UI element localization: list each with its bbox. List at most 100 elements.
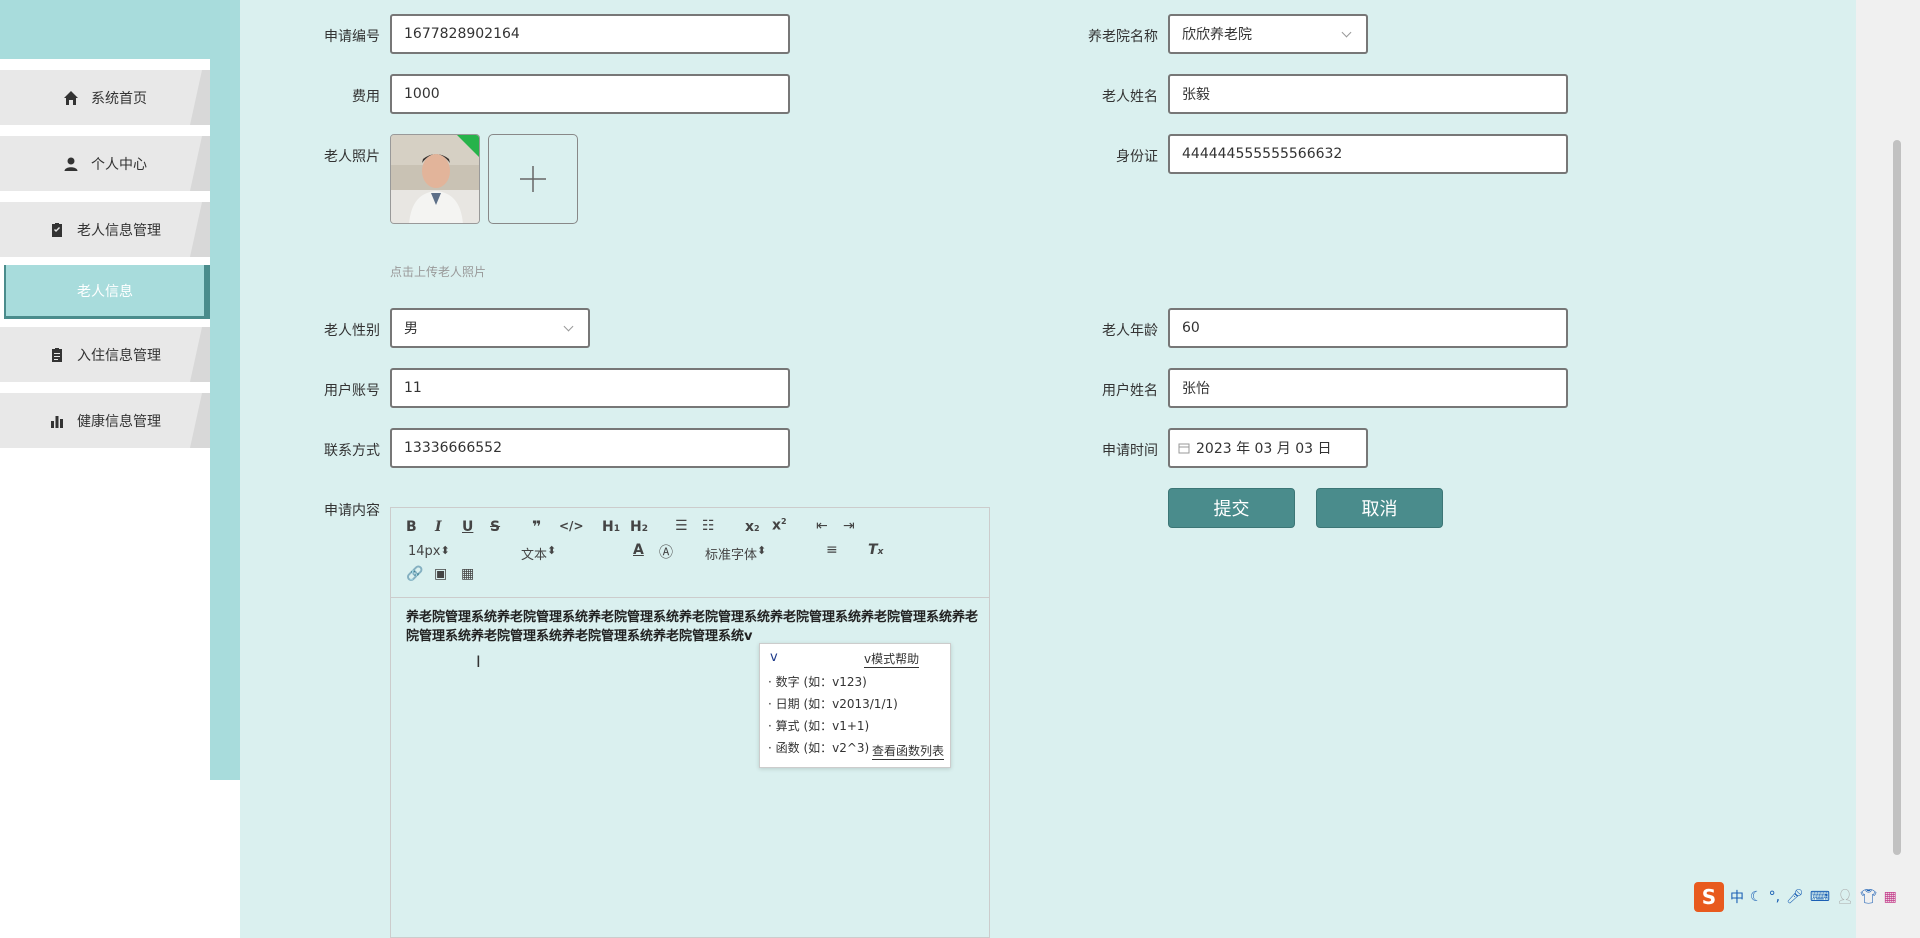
apply-time-label: 申请时间 — [1102, 443, 1158, 459]
sidebar-item-home[interactable]: 系统首页 — [0, 70, 210, 125]
home-icon — [64, 90, 78, 105]
font-family-value: 标准字体 — [705, 548, 758, 563]
microphone-icon[interactable]: 🎤︎ — [1786, 889, 1804, 905]
fee-input[interactable]: 1000 — [390, 74, 790, 114]
cancel-button[interactable]: 取消 — [1316, 488, 1443, 528]
subscript-icon[interactable]: x2 — [745, 519, 760, 535]
elder-name-label: 老人姓名 — [1102, 89, 1158, 105]
grid-icon[interactable]: ▦ — [1884, 889, 1897, 905]
contact-input[interactable]: 13336666552 — [390, 428, 790, 468]
sidebar-item-label: 入住信息管理 — [77, 347, 161, 364]
upload-hint: 点击上传老人照片 — [390, 265, 487, 279]
content-label: 申请内容 — [324, 503, 380, 519]
sidebar-item-label: 健康信息管理 — [77, 413, 161, 430]
contact-label: 联系方式 — [324, 443, 380, 459]
plus-icon — [520, 166, 546, 192]
indent-icon[interactable]: ⇥ — [843, 518, 855, 534]
heading1-icon[interactable]: H1 — [602, 519, 620, 535]
id-card-input[interactable]: 444444555555566632 — [1168, 134, 1568, 174]
italic-icon[interactable]: I — [435, 519, 442, 535]
sogou-logo-icon[interactable]: S — [1694, 882, 1724, 912]
bold-icon[interactable]: B — [406, 519, 417, 535]
clipboard-check-icon — [52, 222, 62, 237]
ime-mode-toggle[interactable]: 中 — [1730, 887, 1744, 907]
upload-photo-button[interactable] — [488, 134, 578, 224]
application-no-input[interactable]: 1677828902164 — [390, 14, 790, 54]
sidebar-subitem-label: 老人信息 — [77, 283, 133, 300]
shirt-icon[interactable]: 👕︎ — [1860, 889, 1878, 905]
gender-select[interactable]: 男 — [390, 308, 590, 348]
account-input[interactable]: 11 — [390, 368, 790, 408]
sidebar-item-health-management[interactable]: 健康信息管理 — [0, 393, 210, 448]
ime-help-link[interactable]: v模式帮助 — [864, 650, 920, 668]
sidebar-item-label: 系统首页 — [91, 90, 147, 107]
outdent-icon[interactable]: ⇤ — [816, 518, 828, 534]
sidebar-item-checkin-management[interactable]: 入住信息管理 — [0, 327, 210, 382]
apply-time-value: 2023 年 03 月 03 日 — [1196, 441, 1332, 457]
ime-row-function: · 函数 (如：v2^3) — [768, 741, 870, 755]
id-card-label: 身份证 — [1116, 149, 1158, 165]
ime-row-number: · 数字 (如：v123) — [768, 675, 867, 689]
user-icon — [64, 157, 78, 171]
age-label: 老人年龄 — [1102, 323, 1158, 339]
align-icon[interactable]: ≡ — [826, 542, 838, 558]
image-icon[interactable]: ▣ — [434, 566, 447, 582]
editor-toolbar: B I U S ❞ </> H1 H2 ☰ ☷ x2 x2 ⇤ ⇥ 14px 文… — [391, 508, 989, 598]
nursing-home-value: 欣欣养老院 — [1182, 27, 1252, 43]
superscript-icon[interactable]: x2 — [772, 517, 787, 534]
sidebar-item-profile[interactable]: 个人中心 — [0, 136, 210, 191]
paragraph-select[interactable]: 文本 — [521, 544, 601, 563]
font-family-select[interactable]: 标准字体 — [705, 544, 795, 563]
punctuation-icon[interactable]: °, — [1769, 889, 1780, 905]
text-cursor-icon: I — [476, 652, 481, 671]
bullet-list-icon[interactable]: ☷ — [702, 518, 715, 534]
application-no-label: 申请编号 — [324, 29, 380, 45]
ime-input-text: v — [770, 650, 778, 665]
sidebar-subitem-elder-info[interactable]: 老人信息 — [4, 265, 210, 319]
apply-time-input[interactable]: 2023 年 03 月 03 日 — [1168, 428, 1368, 468]
font-size-select[interactable]: 14px — [408, 544, 488, 559]
gender-label: 老人性别 — [324, 323, 380, 339]
elder-name-input[interactable]: 张毅 — [1168, 74, 1568, 114]
heading2-icon[interactable]: H2 — [630, 519, 648, 535]
ime-function-list-link[interactable]: 查看函数列表 — [872, 742, 945, 760]
editor-content[interactable]: 养老院管理系统养老院管理系统养老院管理系统养老院管理系统养老院管理系统养老院管理… — [406, 608, 981, 646]
user-icon[interactable]: 👤︎ — [1836, 889, 1854, 905]
clear-format-icon[interactable]: Tx — [868, 542, 883, 558]
user-name-label: 用户姓名 — [1102, 383, 1158, 399]
ime-row-formula: · 算式 (如：v1+1) — [768, 719, 870, 733]
sidebar-menu: 系统首页 个人中心 老人信息管理 老人信息 入住信息管理 健康信息管理 — [0, 70, 210, 459]
elder-photo[interactable] — [390, 134, 480, 224]
keyboard-icon[interactable]: ⌨ — [1810, 889, 1830, 905]
blockquote-icon[interactable]: ❞ — [532, 517, 541, 536]
ime-toolbar: S 中 ☾ °, 🎤︎ ⌨ 👤︎ 👕︎ ▦ — [1694, 882, 1897, 912]
video-icon[interactable]: ▦ — [461, 566, 474, 582]
font-size-value: 14px — [408, 544, 441, 559]
scroll-gutter — [1856, 0, 1920, 938]
code-icon[interactable]: </> — [559, 519, 584, 533]
clipboard-icon — [52, 347, 62, 362]
page-scrollbar[interactable] — [1893, 140, 1901, 855]
paragraph-value: 文本 — [521, 548, 548, 563]
nursing-home-select[interactable]: 欣欣养老院 — [1168, 14, 1368, 54]
gender-value: 男 — [404, 321, 418, 337]
sidebar-item-elder-management[interactable]: 老人信息管理 — [0, 202, 210, 257]
strikethrough-icon[interactable]: S — [490, 519, 500, 535]
submit-button[interactable]: 提交 — [1168, 488, 1295, 528]
underline-icon[interactable]: U — [462, 519, 473, 535]
font-color-icon[interactable]: A — [633, 542, 644, 558]
user-name-input[interactable]: 张怡 — [1168, 368, 1568, 408]
account-label: 用户账号 — [324, 383, 380, 399]
moon-icon[interactable]: ☾ — [1750, 889, 1763, 905]
link-icon[interactable]: 🔗 — [406, 566, 423, 582]
sidebar-item-label: 老人信息管理 — [77, 222, 161, 239]
photo-label: 老人照片 — [324, 149, 380, 165]
sidebar-item-label: 个人中心 — [91, 156, 147, 173]
ordered-list-icon[interactable]: ☰ — [675, 518, 688, 534]
ime-suggestion-popup: v v模式帮助 · 数字 (如：v123) · 日期 (如：v2013/1/1)… — [759, 643, 951, 768]
background-color-icon[interactable]: Ⓐ — [659, 542, 673, 562]
calendar-icon — [1178, 443, 1190, 454]
bar-chart-icon — [51, 415, 63, 428]
age-input[interactable]: 60 — [1168, 308, 1568, 348]
fee-label: 费用 — [352, 89, 380, 105]
